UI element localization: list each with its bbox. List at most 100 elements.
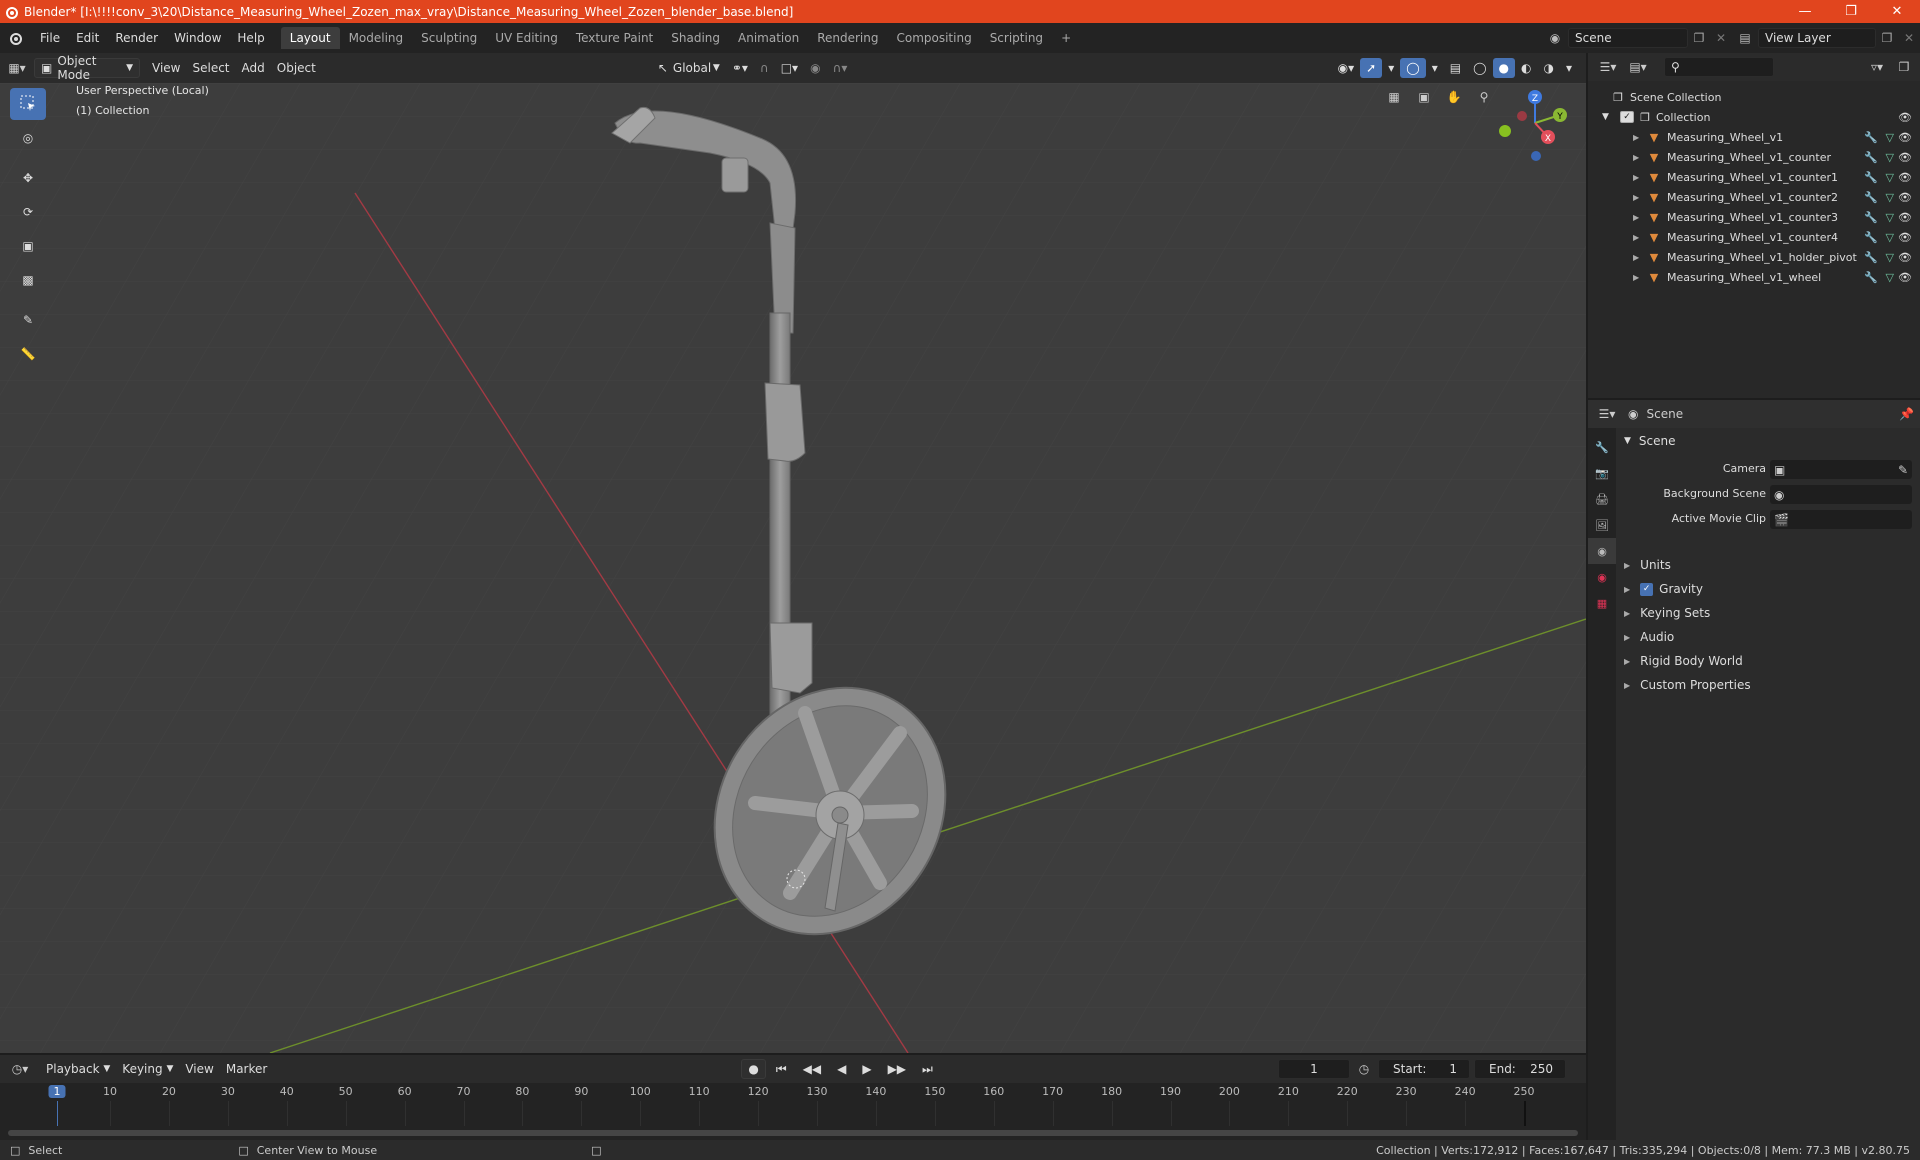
scene-collection-row[interactable]: ❐ Scene Collection — [1588, 87, 1920, 107]
cursor-tool[interactable]: ◎ — [10, 122, 46, 154]
menu-object[interactable]: Object — [271, 58, 322, 78]
scene-section-header[interactable]: ▼ Scene — [1624, 430, 1676, 452]
tab-sculpting[interactable]: Sculpting — [412, 27, 486, 49]
expand-arrow-icon[interactable]: ▶ — [1633, 253, 1643, 262]
menu-window[interactable]: Window — [166, 27, 229, 49]
expand-arrow-icon[interactable]: ▶ — [1633, 233, 1643, 242]
jump-end-icon[interactable]: ⏭ — [916, 1059, 939, 1079]
wireframe-shading-icon[interactable]: ◯ — [1467, 58, 1492, 78]
mesh-data-icon[interactable]: ▽ — [1886, 151, 1894, 164]
collection-row[interactable]: ▼ ✓ ❐ Collection 👁 — [1588, 107, 1920, 127]
outliner-editor-type-icon[interactable]: ☰▾ — [1594, 60, 1622, 74]
jump-start-icon[interactable]: ⏮ — [770, 1059, 793, 1079]
pin-icon[interactable]: 📌 — [1899, 407, 1914, 421]
start-frame-field[interactable]: Start: 1 — [1378, 1059, 1470, 1079]
measure-tool[interactable]: 📏 — [10, 338, 46, 370]
rotate-tool[interactable]: ⟳ — [10, 196, 46, 228]
modifier-icon[interactable]: 🔧 — [1864, 131, 1878, 144]
mesh-data-icon[interactable]: ▽ — [1886, 211, 1894, 224]
modifier-icon[interactable]: 🔧 — [1864, 211, 1878, 224]
outliner-search-input[interactable]: ⚲ — [1664, 57, 1774, 77]
timeline-editor-type-icon[interactable]: ◷▾ — [0, 1062, 40, 1076]
expand-arrow-icon[interactable]: ▼ — [1602, 112, 1616, 122]
tab-modeling[interactable]: Modeling — [340, 27, 413, 49]
record-icon[interactable]: ● — [741, 1059, 766, 1079]
eye-icon[interactable]: 👁 — [1898, 171, 1912, 184]
transform-orientation-select[interactable]: ↖ Global ▼ — [652, 58, 726, 78]
navigation-gizmo[interactable]: Z Y X — [1490, 85, 1580, 165]
render-tab-icon[interactable]: 📷 — [1588, 460, 1616, 486]
properties-editor-type-icon[interactable]: ☰▾ — [1594, 407, 1620, 421]
3d-viewport[interactable]: User Perspective (Local) (1) Collection … — [0, 83, 1586, 1053]
minimize-button[interactable]: — — [1782, 0, 1828, 23]
eye-icon[interactable]: 👁 — [1898, 131, 1912, 144]
menu-select[interactable]: Select — [186, 58, 235, 78]
eye-icon[interactable]: 👁 — [1898, 151, 1912, 164]
output-tab-icon[interactable]: 🖨 — [1588, 486, 1616, 512]
mesh-data-icon[interactable]: ▽ — [1886, 271, 1894, 284]
expand-arrow-icon[interactable]: ▶ — [1633, 173, 1643, 182]
outliner-object-row[interactable]: ▶ ▼ Measuring_Wheel_v1_wheel 🔧 ▽ 👁 — [1588, 267, 1920, 287]
modifier-icon[interactable]: 🔧 — [1864, 171, 1878, 184]
panel-units[interactable]: ▶ Units — [1624, 554, 1671, 576]
texture-tab-icon[interactable]: ▦ — [1588, 590, 1616, 616]
expand-arrow-icon[interactable]: ▶ — [1633, 193, 1643, 202]
scene-field[interactable]: Scene — [1568, 28, 1688, 48]
scene-tab-icon[interactable]: ◉ — [1588, 538, 1616, 564]
menu-view[interactable]: View — [146, 58, 186, 78]
display-mode-icon[interactable]: ▤▾ — [1626, 60, 1650, 74]
move-tool[interactable]: ✥ — [10, 162, 46, 194]
camera-view-button[interactable]: ▣ — [1410, 83, 1438, 111]
panel-audio[interactable]: ▶ Audio — [1624, 626, 1674, 648]
menu-marker[interactable]: Marker — [220, 1059, 273, 1079]
collection-checkbox[interactable]: ✓ — [1620, 111, 1634, 123]
panel-custom-properties[interactable]: ▶ Custom Properties — [1624, 674, 1751, 696]
delete-scene-icon[interactable]: ✕ — [1710, 31, 1732, 45]
menu-add[interactable]: Add — [236, 58, 271, 78]
eye-icon[interactable]: 👁 — [1898, 211, 1912, 224]
delete-view-layer-icon[interactable]: ✕ — [1898, 31, 1920, 45]
modifier-icon[interactable]: 🔧 — [1864, 191, 1878, 204]
overlay-toggle-icon[interactable]: ◯ — [1400, 58, 1426, 78]
solid-shading-icon[interactable]: ● — [1492, 58, 1515, 78]
tab-rendering[interactable]: Rendering — [808, 27, 887, 49]
filter-icon[interactable]: ▿▾ — [1864, 60, 1890, 74]
tab-scripting[interactable]: Scripting — [981, 27, 1052, 49]
eye-icon[interactable]: 👁 — [1898, 191, 1912, 204]
new-view-layer-icon[interactable]: ❐ — [1876, 31, 1898, 45]
snap-icon[interactable]: ∩ — [754, 58, 775, 78]
scene-browse-icon[interactable]: ◉ — [1542, 31, 1568, 45]
editor-type-icon[interactable]: ▦▾ — [0, 61, 34, 75]
material-shading-icon[interactable]: ◐ — [1515, 58, 1537, 78]
falloff-icon[interactable]: ∩▾ — [827, 58, 854, 78]
menu-render[interactable]: Render — [107, 27, 166, 49]
modifier-icon[interactable]: 🔧 — [1864, 151, 1878, 164]
new-scene-icon[interactable]: ❐ — [1688, 31, 1710, 45]
next-keyframe-icon[interactable]: ▶▶ — [882, 1059, 912, 1079]
restore-button[interactable]: ❐ — [1828, 0, 1874, 23]
eyedropper-icon[interactable]: ✎ — [1898, 463, 1908, 477]
mesh-data-icon[interactable]: ▽ — [1886, 131, 1894, 144]
blender-menu-icon[interactable] — [0, 31, 32, 45]
mesh-data-icon[interactable]: ▽ — [1886, 171, 1894, 184]
tab-shading[interactable]: Shading — [662, 27, 729, 49]
view-layer-tab-icon[interactable]: 🖼 — [1588, 512, 1616, 538]
tab-compositing[interactable]: Compositing — [887, 27, 980, 49]
outliner-object-row[interactable]: ▶ ▼ Measuring_Wheel_v1_holder_pivot 🔧 ▽ 👁 — [1588, 247, 1920, 267]
annotate-tool[interactable]: ✎ — [10, 304, 46, 336]
rendered-shading-icon[interactable]: ◑ — [1537, 58, 1559, 78]
outliner-object-row[interactable]: ▶ ▼ Measuring_Wheel_v1_counter1 🔧 ▽ 👁 — [1588, 167, 1920, 187]
camera-field[interactable]: ▣ ✎ — [1770, 460, 1912, 479]
mesh-data-icon[interactable]: ▽ — [1886, 251, 1894, 264]
expand-arrow-icon[interactable]: ▶ — [1633, 133, 1643, 142]
eye-icon[interactable]: 👁 — [1898, 231, 1912, 244]
gizmo-menu-icon[interactable]: ▾ — [1382, 58, 1400, 78]
expand-arrow-icon[interactable]: ▶ — [1633, 153, 1643, 162]
outliner-object-row[interactable]: ▶ ▼ Measuring_Wheel_v1_counter 🔧 ▽ 👁 — [1588, 147, 1920, 167]
expand-arrow-icon[interactable]: ▶ — [1633, 213, 1643, 222]
modifier-icon[interactable]: 🔧 — [1864, 251, 1878, 264]
prev-keyframe-icon[interactable]: ◀◀ — [797, 1059, 827, 1079]
modifier-icon[interactable]: 🔧 — [1864, 231, 1878, 244]
timeline-scrollbar[interactable] — [8, 1130, 1578, 1136]
world-tab-icon[interactable]: ◉ — [1588, 564, 1616, 590]
